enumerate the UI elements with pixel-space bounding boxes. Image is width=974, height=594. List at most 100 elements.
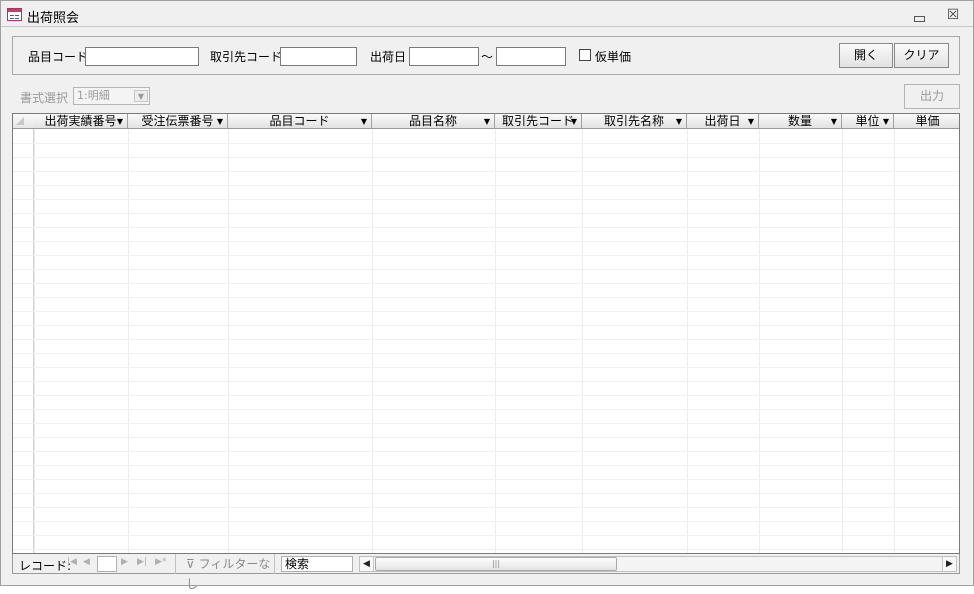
shipment-grid: 出荷実績番号 ▼ 受注伝票番号 ▼ 品目コード ▼ 品目名称 ▼ 取引先コード ▼ 取引先… bbox=[12, 113, 960, 554]
column-header-label: 出荷実績番号 bbox=[44, 114, 117, 128]
customer-code-input[interactable] bbox=[280, 47, 357, 66]
grid-row-line bbox=[13, 437, 959, 438]
chevron-down-icon[interactable]: ▼ bbox=[134, 90, 148, 102]
grid-row-line bbox=[13, 423, 959, 424]
output-button[interactable]: 出力 bbox=[904, 84, 960, 109]
chevron-down-icon[interactable]: ▼ bbox=[484, 115, 490, 128]
chevron-down-icon[interactable]: ▼ bbox=[748, 115, 754, 128]
grid-row-line bbox=[13, 451, 959, 452]
ship-date-label: 出荷日 bbox=[370, 50, 407, 64]
search-input[interactable]: 検索 bbox=[281, 556, 353, 572]
scroll-right-icon[interactable]: ▶ bbox=[942, 557, 956, 571]
grid-row-line bbox=[13, 157, 959, 158]
filter-status-button[interactable]: ⊽ フィルターなし bbox=[175, 554, 275, 591]
column-header-quantity[interactable]: 数量 ▼ bbox=[759, 114, 842, 129]
grid-column-line bbox=[372, 129, 373, 553]
item-code-input[interactable] bbox=[85, 47, 199, 66]
scroll-thumb[interactable]: ||| bbox=[375, 557, 617, 571]
provisional-price-label: 仮単価 bbox=[595, 50, 632, 64]
record-selector-column[interactable] bbox=[13, 114, 34, 553]
customer-code-label: 取引先コード bbox=[210, 50, 283, 64]
column-header-label: 数量 bbox=[787, 114, 812, 128]
chevron-down-icon[interactable]: ▼ bbox=[361, 115, 367, 128]
column-header-label: 単位 bbox=[855, 114, 880, 128]
grid-row-line bbox=[13, 185, 959, 186]
column-header-customer-name[interactable]: 取引先名称 ▼ bbox=[582, 114, 687, 129]
grid-row-line bbox=[13, 339, 959, 340]
grid-row-line bbox=[13, 213, 959, 214]
minimize-icon[interactable] bbox=[911, 9, 925, 22]
select-all-corner[interactable] bbox=[13, 114, 34, 129]
grid-row-line bbox=[13, 241, 959, 242]
clear-button[interactable]: クリア bbox=[894, 43, 949, 68]
grid-column-line bbox=[894, 129, 895, 553]
first-record-icon[interactable]: |◀ bbox=[67, 557, 77, 567]
current-record-input[interactable] bbox=[97, 556, 117, 572]
date-range-separator: ～ bbox=[481, 50, 494, 64]
grid-row-line bbox=[13, 325, 959, 326]
provisional-price-checkbox[interactable] bbox=[579, 49, 591, 61]
next-record-icon[interactable]: ▶ bbox=[121, 557, 128, 567]
column-header-ship-date[interactable]: 出荷日 ▼ bbox=[687, 114, 759, 129]
grid-row-line bbox=[13, 395, 959, 396]
chevron-down-icon[interactable]: ▼ bbox=[571, 115, 577, 128]
item-code-label: 品目コード bbox=[28, 50, 89, 64]
grid-column-line bbox=[759, 129, 760, 553]
open-button[interactable]: 開く bbox=[839, 43, 893, 68]
grid-column-line bbox=[495, 129, 496, 553]
grid-row-line bbox=[13, 521, 959, 522]
grid-row-line bbox=[13, 479, 959, 480]
grid-row-line bbox=[13, 199, 959, 200]
grid-row-line bbox=[13, 507, 959, 508]
close-icon[interactable]: ☒ bbox=[945, 7, 961, 23]
grid-column-line bbox=[128, 129, 129, 553]
grid-row-line bbox=[13, 549, 959, 550]
ship-date-from-input[interactable] bbox=[409, 47, 479, 66]
column-header-item-name[interactable]: 品目名称 ▼ bbox=[372, 114, 495, 129]
grid-row-line bbox=[13, 465, 959, 466]
column-header-unit-price[interactable]: 単価 bbox=[894, 114, 959, 129]
grid-row-line bbox=[13, 353, 959, 354]
grid-column-line bbox=[842, 129, 843, 553]
column-header-item-code[interactable]: 品目コード ▼ bbox=[228, 114, 372, 129]
column-header-order-number[interactable]: 受注伝票番号 ▼ bbox=[128, 114, 228, 129]
grid-row-line bbox=[13, 227, 959, 228]
chevron-down-icon[interactable]: ▼ bbox=[883, 115, 889, 128]
column-header-unit[interactable]: 単位 ▼ bbox=[842, 114, 894, 129]
chevron-down-icon[interactable]: ▼ bbox=[676, 115, 682, 128]
grid-column-line bbox=[34, 129, 35, 553]
column-header-shipment-number[interactable]: 出荷実績番号 ▼ bbox=[34, 114, 128, 129]
column-header-label: 取引先名称 bbox=[603, 114, 664, 128]
horizontal-scrollbar[interactable]: ◀ ||| ▶ bbox=[359, 556, 957, 572]
grid-row-line bbox=[13, 255, 959, 256]
format-select[interactable]: 1:明細 ▼ bbox=[73, 87, 150, 105]
shipping-inquiry-window: 出荷照会 ☒ 品目コード 取引先コード 出荷日 ～ 仮単価 開く クリア 書式選… bbox=[0, 0, 974, 591]
chevron-down-icon[interactable]: ▼ bbox=[117, 115, 123, 128]
previous-record-icon[interactable]: ◀ bbox=[83, 557, 90, 567]
filter-panel: 品目コード 取引先コード 出荷日 ～ 仮単価 開く クリア bbox=[12, 36, 960, 75]
grid-row-line bbox=[13, 297, 959, 298]
grid-row-line bbox=[13, 493, 959, 494]
grid-row-line bbox=[13, 535, 959, 536]
column-header-label: 出荷日 bbox=[704, 114, 741, 128]
grid-row-line bbox=[13, 143, 959, 144]
title-bar: 出荷照会 ☒ bbox=[1, 1, 973, 27]
grid-row-line bbox=[13, 283, 959, 284]
grid-column-line bbox=[687, 129, 688, 553]
column-header-customer-code[interactable]: 取引先コード ▼ bbox=[495, 114, 582, 129]
format-select-value: 1:明細 bbox=[77, 89, 110, 102]
column-header-label: 単価 bbox=[915, 114, 940, 128]
chevron-down-icon[interactable]: ▼ bbox=[831, 115, 837, 128]
grid-row-line bbox=[13, 409, 959, 410]
scroll-left-icon[interactable]: ◀ bbox=[360, 557, 374, 571]
grid-row-line bbox=[13, 381, 959, 382]
ship-date-to-input[interactable] bbox=[496, 47, 566, 66]
new-record-icon[interactable]: ▶* bbox=[155, 557, 166, 567]
column-header-label: 受注伝票番号 bbox=[141, 114, 214, 128]
filter-icon: ⊽ bbox=[186, 557, 199, 571]
last-record-icon[interactable]: ▶| bbox=[137, 557, 147, 567]
column-header-label: 品目名称 bbox=[408, 114, 457, 128]
chevron-down-icon[interactable]: ▼ bbox=[217, 115, 223, 128]
form-icon bbox=[7, 8, 22, 21]
grid-column-line bbox=[582, 129, 583, 553]
